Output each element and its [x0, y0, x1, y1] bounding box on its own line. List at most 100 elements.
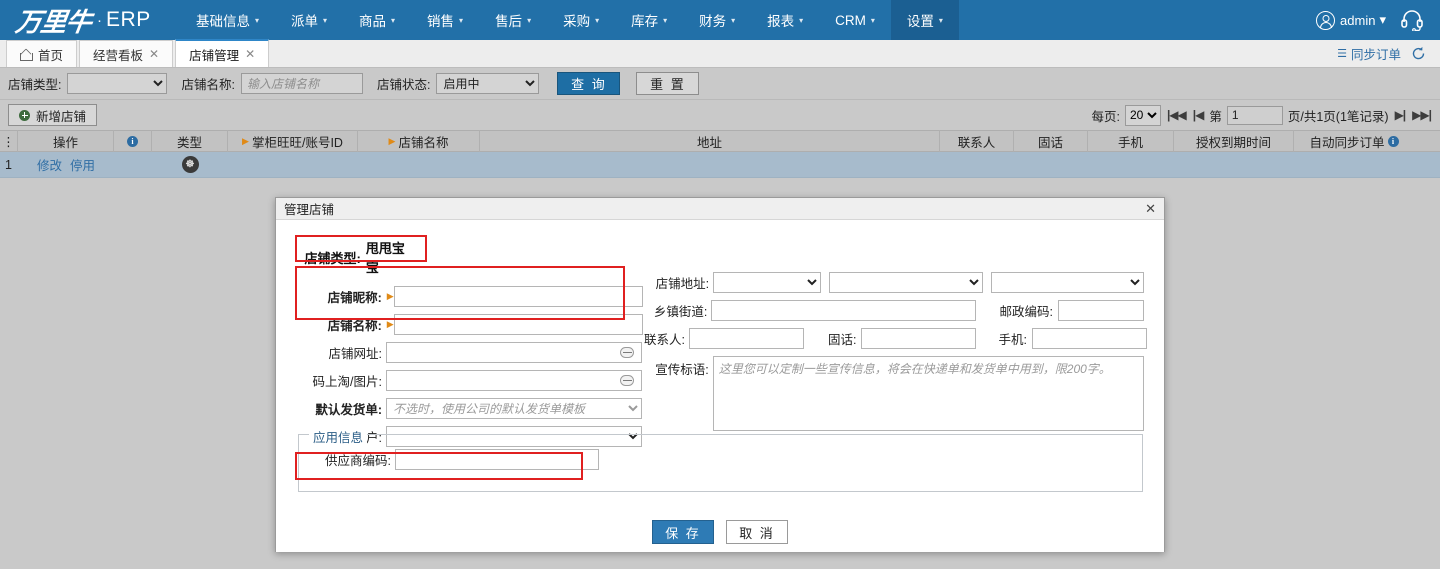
disable-link[interactable]: 停用 — [70, 155, 95, 174]
shop-nickname-label: 店铺昵称: — [327, 291, 382, 305]
menu-item-caiwu[interactable]: 财务 ▾ — [683, 0, 751, 40]
row-auto-sync — [1294, 152, 1414, 178]
menu-item-caigou[interactable]: 采购 ▾ — [547, 0, 615, 40]
shop-name-input[interactable] — [393, 314, 643, 335]
chevron-down-icon: ▾ — [527, 15, 532, 25]
tab-jingying-kanban[interactable]: 经营看板 ✕ — [79, 40, 174, 67]
supplier-code-input[interactable] — [395, 449, 599, 470]
address-district-select[interactable] — [990, 272, 1144, 293]
menu-item-baobiao[interactable]: 报表 ▾ — [751, 0, 819, 40]
tab-home[interactable]: 首页 — [6, 40, 78, 67]
save-button[interactable]: 保 存 — [652, 520, 714, 544]
row-contact — [940, 152, 1014, 178]
reset-button[interactable]: 重 置 — [636, 72, 700, 95]
shop-name-filter-input[interactable] — [240, 73, 363, 94]
header-mobile: 手机 — [1088, 130, 1174, 152]
shop-type-filter-select[interactable] — [67, 73, 168, 94]
header-account-id[interactable]: ▶ 掌柜旺旺/账号ID — [228, 130, 358, 152]
close-icon[interactable]: ✕ — [1145, 201, 1156, 217]
tabbar-actions: ☰ 同步订单 — [1337, 44, 1440, 67]
field-default-delivery: 默认发货单: 不选时，使用公司的默认发货单模板 — [298, 398, 643, 419]
slogan-label: 宣传标语: — [655, 363, 709, 377]
menu-item-xiaoshou[interactable]: 销售 ▾ — [411, 0, 479, 40]
menu-item-kucun[interactable]: 库存 ▾ — [615, 0, 683, 40]
field-shop-address: 店铺地址: — [644, 272, 1144, 293]
contact-input[interactable] — [688, 328, 804, 349]
menu-item-jichuxinxi[interactable]: 基础信息 ▾ — [180, 0, 275, 40]
close-icon[interactable]: ✕ — [245, 47, 255, 61]
address-province-select[interactable] — [713, 272, 822, 293]
grid-toolbar: 新增店铺 每页: 20 |◀◀ |◀ 第 页/共1页(1笔记录) ▶| ▶▶| — [0, 100, 1440, 130]
menu-item-crm[interactable]: CRM ▾ — [819, 0, 891, 40]
last-page-button[interactable]: ▶▶| — [1411, 108, 1432, 122]
header-label: 店铺名称 — [398, 135, 449, 150]
dialog-footer: 保 存 取 消 — [276, 520, 1164, 544]
grid-header-row: ⋮ 操作 i 类型 ▶ 掌柜旺旺/账号ID ▶ 店铺名称 地址 联系人 固话 手机 … — [0, 130, 1440, 152]
tab-dianpu-guanli[interactable]: 店铺管理 ✕ — [175, 39, 270, 67]
prev-page-button[interactable]: |◀ — [1192, 108, 1205, 122]
default-delivery-label: 默认发货单: — [315, 403, 382, 417]
shop-status-filter-select[interactable]: 启用中 — [436, 73, 540, 94]
chevron-down-icon: ▾ — [799, 15, 804, 25]
cancel-button[interactable]: 取 消 — [726, 520, 788, 544]
telephone-input[interactable] — [861, 328, 977, 349]
info-icon[interactable]: i — [127, 135, 138, 147]
query-button[interactable]: 查 询 — [557, 72, 621, 95]
next-page-button[interactable]: ▶| — [1394, 108, 1407, 122]
app-info-fieldset: 应用信息 供应商编码: — [298, 427, 1143, 492]
link-icon[interactable] — [620, 375, 634, 386]
filter-bar: 店铺类型: 店铺名称: 店铺状态: 启用中 查 询 重 置 — [0, 68, 1440, 100]
row-telephone — [1014, 152, 1088, 178]
header-label: 操作 — [52, 135, 78, 150]
manage-shop-dialog: 管理店铺 ✕ 店铺类型: 甩甩宝宝 店铺昵称: ▶ 店铺名称: ▶ 店铺网址: — [275, 197, 1165, 552]
refresh-icon[interactable] — [1411, 46, 1426, 61]
tab-label: 店铺管理 — [189, 48, 240, 63]
column-chooser-icon[interactable]: ⋮ — [0, 130, 18, 152]
chevron-down-icon: ▾ — [731, 15, 736, 25]
link-icon[interactable] — [620, 347, 634, 358]
list-icon: ☰ — [1337, 48, 1347, 60]
menu-label: 财务 — [699, 14, 727, 29]
per-page-select[interactable]: 20 — [1124, 104, 1161, 126]
sync-orders-button[interactable]: ☰ 同步订单 — [1337, 44, 1401, 63]
row-type-cell: ☸ — [152, 152, 228, 178]
header-telephone: 固话 — [1014, 130, 1088, 152]
first-page-button[interactable]: |◀◀ — [1166, 108, 1187, 122]
header-label: 类型 — [176, 135, 202, 150]
shop-nickname-input[interactable] — [393, 286, 643, 307]
image-url-input[interactable] — [386, 370, 642, 391]
street-input[interactable] — [711, 300, 976, 321]
top-right-area: admin ▾ — [1316, 9, 1440, 32]
menu-item-shezhi[interactable]: 设置 ▾ — [890, 0, 959, 40]
chevron-down-icon: ▾ — [1379, 12, 1386, 27]
chevron-down-icon: ▾ — [459, 15, 464, 25]
menu-label: 设置 — [906, 14, 934, 29]
headset-support-icon[interactable] — [1400, 9, 1424, 32]
info-icon[interactable]: i — [1387, 135, 1399, 147]
page-number-input[interactable] — [1226, 105, 1283, 125]
user-account-menu[interactable]: admin ▾ — [1316, 10, 1386, 30]
slogan-textarea[interactable] — [712, 356, 1144, 431]
default-delivery-select[interactable]: 不选时，使用公司的默认发货单模板 — [386, 398, 642, 419]
menu-item-paidan[interactable]: 派单 ▾ — [275, 0, 343, 40]
postcode-input[interactable] — [1058, 300, 1144, 321]
header-actions: 操作 — [18, 130, 114, 152]
close-icon[interactable]: ✕ — [149, 47, 159, 61]
shop-address-label: 店铺地址: — [655, 277, 710, 291]
add-shop-button[interactable]: 新增店铺 — [8, 104, 98, 126]
header-shop-name[interactable]: ▶ 店铺名称 — [358, 130, 480, 152]
menu-label: 销售 — [427, 14, 455, 29]
header-expire-time: 授权到期时间 — [1174, 130, 1294, 152]
user-avatar-icon — [1316, 10, 1336, 30]
postcode-label: 邮政编码: — [999, 305, 1053, 319]
address-city-select[interactable] — [829, 272, 983, 293]
menu-item-shouhou[interactable]: 售后 ▾ — [479, 0, 547, 40]
shop-url-input[interactable] — [386, 342, 642, 363]
contact-label: 联系人: — [644, 333, 685, 347]
table-row[interactable]: 1 修改 停用 ☸ — [0, 152, 1440, 178]
menu-item-shangpin[interactable]: 商品 ▾ — [343, 0, 411, 40]
mobile-input[interactable] — [1031, 328, 1147, 349]
dialog-left-column: 店铺类型: 甩甩宝宝 店铺昵称: ▶ 店铺名称: ▶ 店铺网址: 码上淘/图片: — [298, 234, 643, 454]
edit-link[interactable]: 修改 — [37, 155, 62, 174]
chevron-down-icon: ▾ — [391, 15, 396, 25]
